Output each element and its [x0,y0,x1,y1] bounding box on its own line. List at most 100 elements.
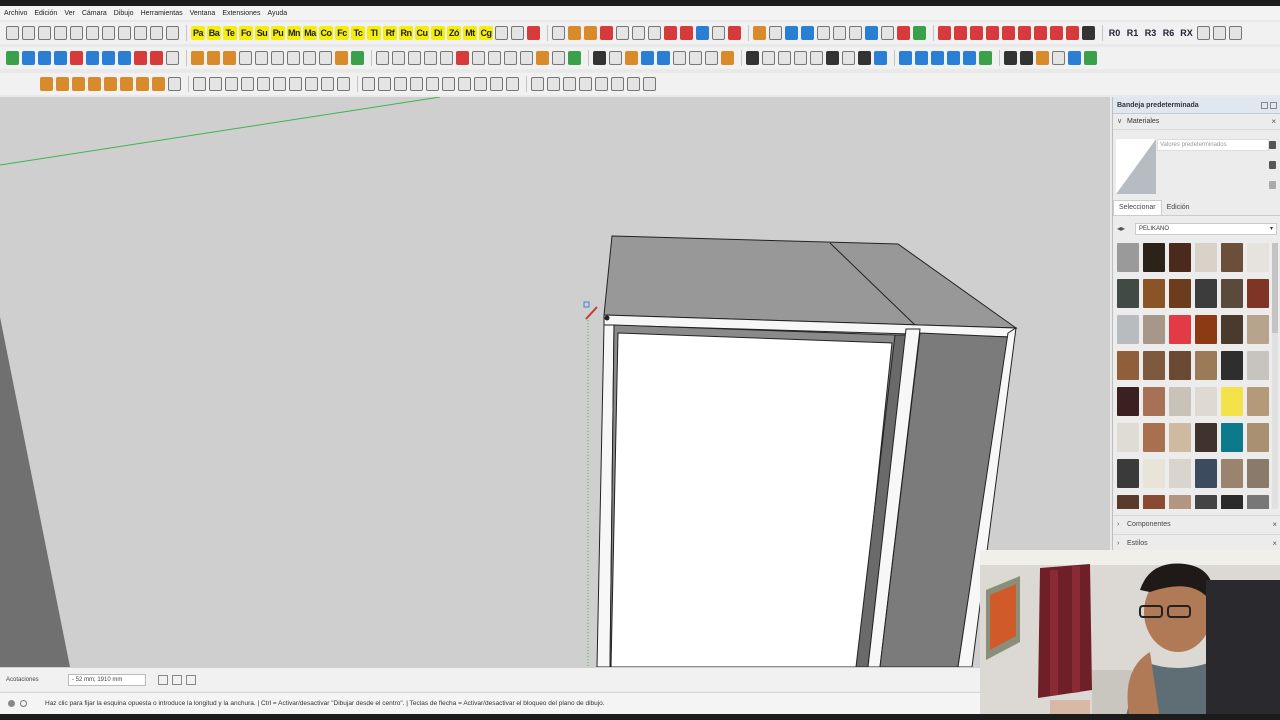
material-swatch[interactable] [1221,315,1243,344]
drawer-2-icon[interactable] [472,51,485,65]
close-icon[interactable]: × [1271,114,1276,130]
plugin-button-tl[interactable]: Tl [367,26,381,40]
menu-dibujo[interactable]: Dibujo [114,10,134,17]
material-swatch[interactable] [1143,423,1165,452]
r1-button[interactable]: R1 [1125,26,1140,40]
plugin-button-fo[interactable]: Fo [239,26,253,40]
face-8-icon[interactable] [874,51,887,65]
freehand-icon[interactable] [120,77,133,91]
line-3-icon[interactable] [931,51,944,65]
pie-icon[interactable] [152,77,165,91]
material-swatch[interactable] [1247,243,1269,272]
plugin-button-cu[interactable]: Cu [415,26,429,40]
tab-select[interactable]: Seleccionar [1113,200,1162,215]
sample-paint-icon[interactable] [1269,141,1276,149]
expand-icon[interactable] [1269,181,1276,189]
menu-ventana[interactable]: Ventana [190,10,216,17]
line-5-icon[interactable] [963,51,976,65]
red-tool-icon[interactable] [527,26,540,40]
material-swatch[interactable] [1117,387,1139,416]
material-swatch[interactable] [1195,279,1217,308]
material-swatch[interactable] [1117,459,1139,488]
sandbox-4-icon[interactable] [579,77,592,91]
material-swatch[interactable] [1221,387,1243,416]
material-swatch[interactable] [1143,459,1165,488]
circle-2-icon[interactable] [168,77,181,91]
zoom-icon[interactable] [394,77,407,91]
menu-edicion[interactable]: Edición [34,10,57,17]
plugin-button-fc[interactable]: Fc [335,26,349,40]
tray-close-icon[interactable] [1270,102,1277,109]
r3-button[interactable]: R3 [1143,26,1158,40]
material-swatch[interactable] [1143,351,1165,380]
plugin-button-di[interactable]: Di [431,26,445,40]
face-7-icon[interactable] [858,51,871,65]
drawer-5-icon[interactable] [520,51,533,65]
close-plugin-icon[interactable] [1082,26,1095,40]
measurements-input[interactable]: - 52 mm; 1910 mm [68,673,146,686]
hide-icon[interactable] [833,26,846,40]
material-swatch[interactable] [1195,423,1217,452]
orbit-icon[interactable] [552,26,565,40]
style-8-icon[interactable] [1050,26,1063,40]
geo-location-icon[interactable] [8,700,15,707]
material-name-field[interactable]: Valores predeterminados [1157,139,1269,151]
panel-4-icon[interactable] [335,51,348,65]
line-6-icon[interactable] [979,51,992,65]
circle-icon[interactable] [72,77,85,91]
plugin-button-pa[interactable]: Pa [191,26,205,40]
plugin-button-ma[interactable]: Ma [303,26,317,40]
swatch-scrollbar[interactable] [1272,243,1278,509]
material-swatch[interactable] [1247,459,1269,488]
refresh-icon[interactable] [728,26,741,40]
walls-icon[interactable] [817,26,830,40]
ruby-icon[interactable] [897,26,910,40]
menu-ayuda[interactable]: Ayuda [267,10,287,17]
material-swatch[interactable] [1195,243,1217,272]
plugin-button-rn[interactable]: Rn [399,26,413,40]
tab-edit[interactable]: Edición [1162,201,1195,215]
plugin-button-te[interactable]: Te [223,26,237,40]
face-4-icon[interactable] [810,51,823,65]
save-icon[interactable] [38,26,51,40]
material-swatch[interactable] [1143,243,1165,272]
material-swatch[interactable] [1143,495,1165,509]
plugin-button-zo[interactable]: Zó [447,26,461,40]
measure-icon[interactable] [689,51,702,65]
menu-camara[interactable]: Cámara [82,10,107,17]
view-bottom-icon[interactable] [289,77,302,91]
components-section-header[interactable]: › Componentes × [1113,515,1280,533]
material-swatch[interactable] [1169,351,1191,380]
erase-icon[interactable] [102,26,115,40]
plugin-button-co[interactable]: Co [319,26,333,40]
grid-view-icon[interactable] [849,26,862,40]
material-swatch[interactable] [1117,315,1139,344]
component-icon[interactable] [632,26,645,40]
cabinet-5-icon[interactable] [1068,51,1081,65]
solid-subtract-icon[interactable] [207,51,220,65]
move-icon[interactable] [22,51,35,65]
drawer-3-icon[interactable] [488,51,501,65]
sandbox-6-icon[interactable] [611,77,624,91]
face-1-icon[interactable] [762,51,775,65]
material-swatch[interactable] [1117,495,1139,509]
split-icon[interactable] [255,51,268,65]
style-6-icon[interactable] [1018,26,1031,40]
style-3-icon[interactable] [970,26,983,40]
material-swatch[interactable] [1195,459,1217,488]
sandbox-7-icon[interactable] [627,77,640,91]
material-swatch[interactable] [1221,459,1243,488]
view-back-icon[interactable] [257,77,270,91]
water-icon[interactable] [657,51,670,65]
material-swatch[interactable] [1247,387,1269,416]
stop-icon[interactable] [600,26,613,40]
walk-icon[interactable] [474,77,487,91]
plugin-button-rf[interactable]: Rf [383,26,397,40]
material-swatch[interactable] [1169,387,1191,416]
orbit-2-icon[interactable] [362,77,375,91]
scrollbar-thumb[interactable] [1272,243,1278,333]
copy-icon[interactable] [70,26,83,40]
material-swatch[interactable] [1221,423,1243,452]
style-4-icon[interactable] [986,26,999,40]
snap-icon[interactable] [881,26,894,40]
